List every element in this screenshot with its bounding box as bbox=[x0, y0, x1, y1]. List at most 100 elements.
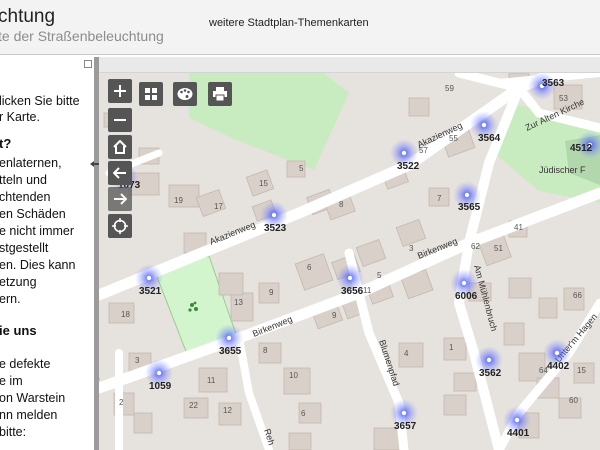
lamp-dot[interactable] bbox=[461, 280, 467, 286]
minus-icon bbox=[114, 119, 126, 121]
poi-label: Jüdischer F bbox=[539, 165, 586, 175]
sidebar-text-line: r Karte. bbox=[0, 110, 40, 124]
street-lamp[interactable]: 3564 bbox=[470, 111, 501, 144]
building-number: 51 bbox=[494, 244, 503, 253]
sidebar-text-line: e nicht immer bbox=[0, 224, 75, 238]
building-number: 66 bbox=[573, 291, 582, 300]
lamp-number: 3521 bbox=[139, 286, 162, 297]
street-label-birkenweg-2: Birkenweg bbox=[251, 314, 294, 339]
home-button[interactable] bbox=[108, 135, 132, 159]
map-canvas[interactable]: Akazienweg Akazienweg Birkenweg Birkenwe… bbox=[99, 73, 600, 450]
lamp-number: 3655 bbox=[219, 346, 242, 357]
plus-icon bbox=[114, 85, 126, 97]
building-number: 4 bbox=[404, 349, 409, 358]
theme-button[interactable] bbox=[173, 82, 197, 106]
arrow-left-icon bbox=[113, 167, 126, 179]
building-number: 1 bbox=[449, 343, 454, 352]
lamp-number: 4401 bbox=[507, 428, 530, 439]
building-number: 15 bbox=[577, 366, 586, 375]
lamp-number: 4512 bbox=[570, 143, 593, 154]
lamp-number: 3522 bbox=[397, 161, 420, 172]
street-lamp[interactable]: 3565 bbox=[453, 181, 481, 213]
building-number: 3 bbox=[409, 244, 414, 253]
lamp-number: 6006 bbox=[455, 291, 478, 302]
street-lamp[interactable]: 3657 bbox=[390, 399, 418, 432]
page-subtitle: te der Straßenbeleuchtung bbox=[0, 28, 164, 44]
lamp-dot[interactable] bbox=[401, 150, 407, 156]
zoom-out-button[interactable] bbox=[108, 108, 132, 132]
lamp-dot[interactable] bbox=[401, 410, 407, 416]
building-number: 62 bbox=[471, 242, 480, 251]
lamp-dot[interactable] bbox=[271, 212, 277, 218]
print-button[interactable] bbox=[208, 82, 232, 106]
sidebar-text-line: nn melden bbox=[0, 408, 58, 422]
building-number: 2 bbox=[119, 398, 124, 407]
street-lamp[interactable]: 4401 bbox=[503, 406, 531, 439]
sidebar-text-line: en. Dies kann bbox=[0, 258, 76, 272]
street-lamp[interactable]: 3656 bbox=[336, 264, 364, 297]
zoom-in-button[interactable] bbox=[108, 79, 132, 103]
lamp-dot[interactable] bbox=[347, 275, 353, 281]
street-lamp[interactable]: 6006 bbox=[450, 269, 478, 302]
lamp-dot[interactable] bbox=[481, 122, 487, 128]
building-number: 6 bbox=[307, 263, 312, 272]
building-number: 19 bbox=[174, 196, 183, 205]
sidebar-text-line: etzung bbox=[0, 275, 37, 289]
street-lamp[interactable]: 3562 bbox=[475, 346, 503, 379]
grid-icon bbox=[145, 88, 157, 100]
building-number: 10 bbox=[289, 371, 298, 380]
street-lamp[interactable]: 4402 bbox=[543, 339, 571, 372]
sidebar-text-line: bitte: bbox=[0, 425, 27, 439]
building-number: 59 bbox=[445, 84, 454, 93]
map-view[interactable]: Akazienweg Akazienweg Birkenweg Birkenwe… bbox=[99, 73, 600, 450]
sidebar-text-line: licken Sie bitte bbox=[0, 94, 80, 108]
locate-button[interactable] bbox=[108, 214, 132, 238]
building-number: 57 bbox=[419, 146, 428, 155]
sidebar-text-line: on Warstein bbox=[0, 391, 66, 405]
themen-karten-link[interactable]: weitere Stadtplan-Themenkarten bbox=[209, 17, 369, 29]
lamp-number: 3563 bbox=[542, 78, 565, 89]
lamp-number: 3562 bbox=[479, 368, 502, 379]
building-number: 41 bbox=[514, 223, 523, 232]
lamp-number: 3656 bbox=[341, 286, 364, 297]
lamp-number: 3564 bbox=[478, 133, 501, 144]
street-lamp[interactable]: 1059 bbox=[145, 359, 173, 392]
building-number: 55 bbox=[449, 134, 458, 143]
lamp-dot[interactable] bbox=[554, 350, 560, 356]
sidebar-text-line: tteln und bbox=[0, 173, 47, 187]
building-number: 9 bbox=[332, 311, 337, 320]
sidebar-text-line: ern. bbox=[0, 292, 21, 306]
app-header: chtung te der Straßenbeleuchtung weitere… bbox=[0, 0, 600, 55]
sidebar-text-line: enlaternen, bbox=[0, 156, 62, 170]
back-button[interactable] bbox=[108, 161, 132, 185]
building-number: 5 bbox=[299, 164, 304, 173]
history-button[interactable] bbox=[108, 187, 132, 211]
building-number: 6 bbox=[301, 409, 306, 418]
building-number: 7 bbox=[437, 194, 442, 203]
sidebar-text-line: t? bbox=[0, 136, 12, 151]
building-number: 22 bbox=[189, 401, 198, 410]
sidebar-collapse-button[interactable] bbox=[84, 60, 92, 68]
layers-button[interactable] bbox=[139, 82, 163, 106]
sidebar-text-line: e im bbox=[0, 374, 23, 388]
lamp-dot[interactable] bbox=[226, 335, 232, 341]
lamp-dot[interactable] bbox=[146, 275, 152, 281]
building-number: 3 bbox=[135, 356, 140, 365]
lamp-dot[interactable] bbox=[514, 417, 520, 423]
lamp-dot[interactable] bbox=[156, 370, 162, 376]
lamp-dot[interactable] bbox=[486, 357, 492, 363]
print-icon bbox=[213, 87, 227, 101]
lamp-dot[interactable] bbox=[464, 192, 470, 198]
info-sidebar: licken Sie bitte r Karte. t? enlaternen, tte… bbox=[0, 57, 94, 450]
street-lamp[interactable]: 3655 bbox=[215, 324, 243, 357]
home-icon bbox=[113, 140, 127, 154]
building-number: 11 bbox=[363, 286, 372, 295]
sidebar-text-line: e defekte bbox=[0, 357, 51, 371]
sidebar-text-line: stgestellt bbox=[0, 241, 49, 255]
street-lamp[interactable]: 3523 bbox=[260, 201, 288, 234]
lamp-number: 4402 bbox=[547, 361, 570, 372]
building-number: 8 bbox=[263, 346, 268, 355]
building-number: 17 bbox=[214, 202, 223, 211]
building-number: 18 bbox=[121, 310, 130, 319]
street-lamp[interactable]: 3521 bbox=[135, 264, 163, 297]
